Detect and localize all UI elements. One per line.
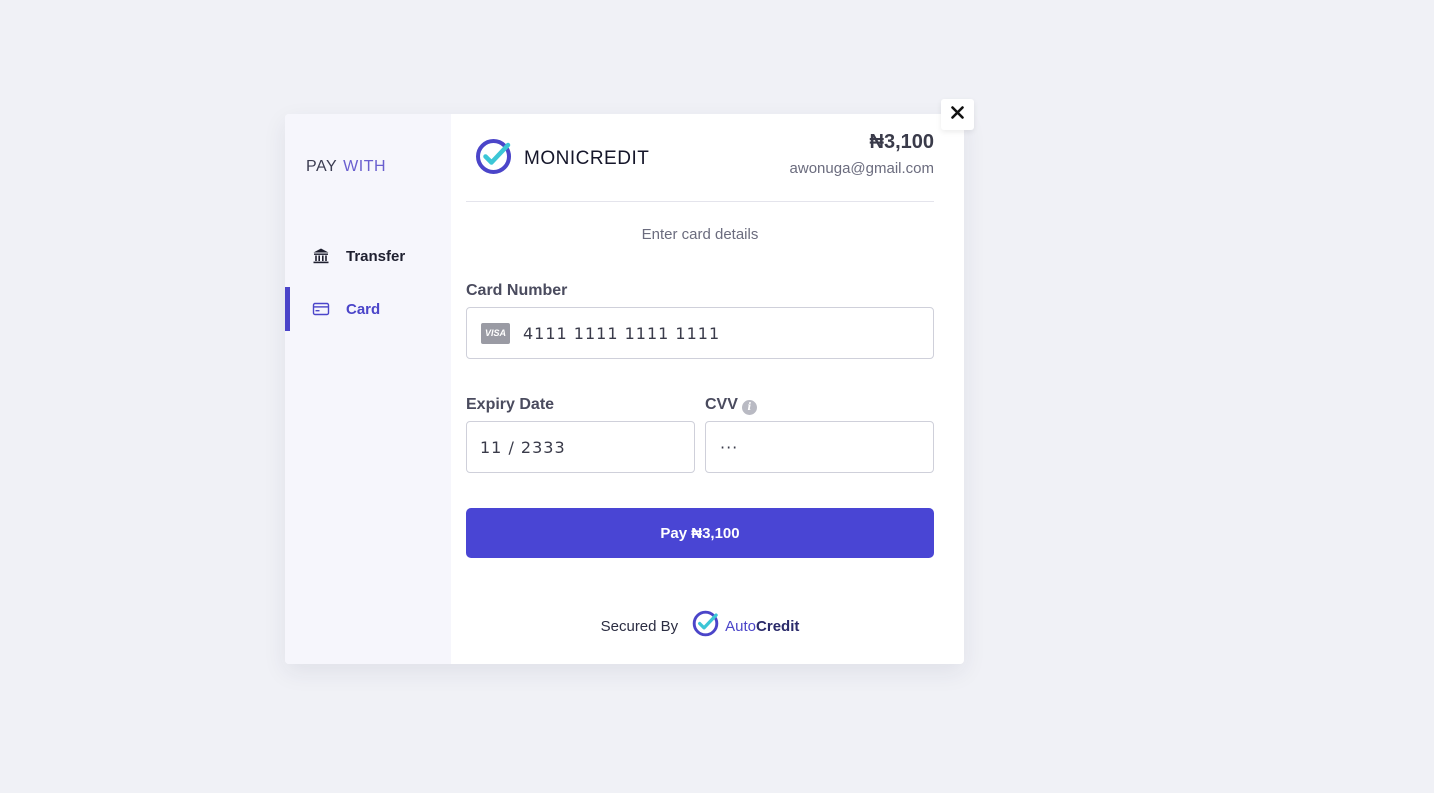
merchant-brand: MONICREDIT	[475, 138, 649, 180]
secured-by-text: Secured By	[600, 617, 679, 635]
card-number-label: Card Number	[466, 282, 568, 299]
payment-method-sidebar: PAY WITH Transfer Card	[285, 114, 451, 664]
payment-amount: ₦3,100	[869, 131, 935, 153]
with-heading-word: WITH	[343, 158, 387, 175]
expiry-date-input[interactable]	[480, 422, 694, 472]
secured-by-footer: Secured By AutoCredit	[451, 610, 934, 642]
cvv-label: CVV	[705, 396, 738, 413]
cvv-label-group: CVV i	[705, 396, 757, 415]
autocredit-brand: AutoCredit	[692, 610, 799, 642]
visa-card-icon: VISA	[481, 322, 510, 344]
bank-icon	[312, 247, 330, 265]
autocredit-logo-icon	[692, 610, 719, 642]
cvv-input[interactable]	[720, 422, 933, 472]
close-button[interactable]	[941, 99, 974, 130]
monicredit-logo-icon	[475, 138, 512, 180]
header-divider	[466, 201, 934, 202]
expiry-date-label: Expiry Date	[466, 396, 555, 413]
payment-modal: PAY WITH Transfer Card MONICREDIT ₦3,100…	[285, 114, 964, 664]
sidebar-item-card[interactable]: Card	[285, 287, 451, 331]
info-icon[interactable]: i	[741, 400, 757, 415]
form-subtitle: Enter card details	[641, 226, 759, 243]
credit-card-icon	[312, 300, 330, 318]
pay-button[interactable]: Pay ₦3,100	[466, 508, 934, 558]
pay-heading-word: PAY	[306, 158, 338, 175]
expiry-date-field[interactable]	[466, 421, 695, 473]
merchant-name: MONICREDIT	[524, 148, 650, 169]
cvv-field[interactable]	[705, 421, 934, 473]
card-number-field[interactable]: VISA	[466, 307, 934, 359]
card-number-input[interactable]	[523, 308, 933, 358]
autocredit-name: AutoCredit	[725, 617, 800, 635]
sidebar-item-transfer[interactable]: Transfer	[285, 234, 451, 278]
customer-email: awonuga@gmail.com	[789, 160, 934, 177]
payment-main-panel: MONICREDIT ₦3,100 awonuga@gmail.com Ente…	[451, 114, 964, 664]
close-icon	[951, 105, 964, 124]
sidebar-item-label: Transfer	[346, 247, 406, 265]
pay-with-heading: PAY WITH	[306, 158, 386, 176]
sidebar-item-label: Card	[346, 300, 381, 318]
